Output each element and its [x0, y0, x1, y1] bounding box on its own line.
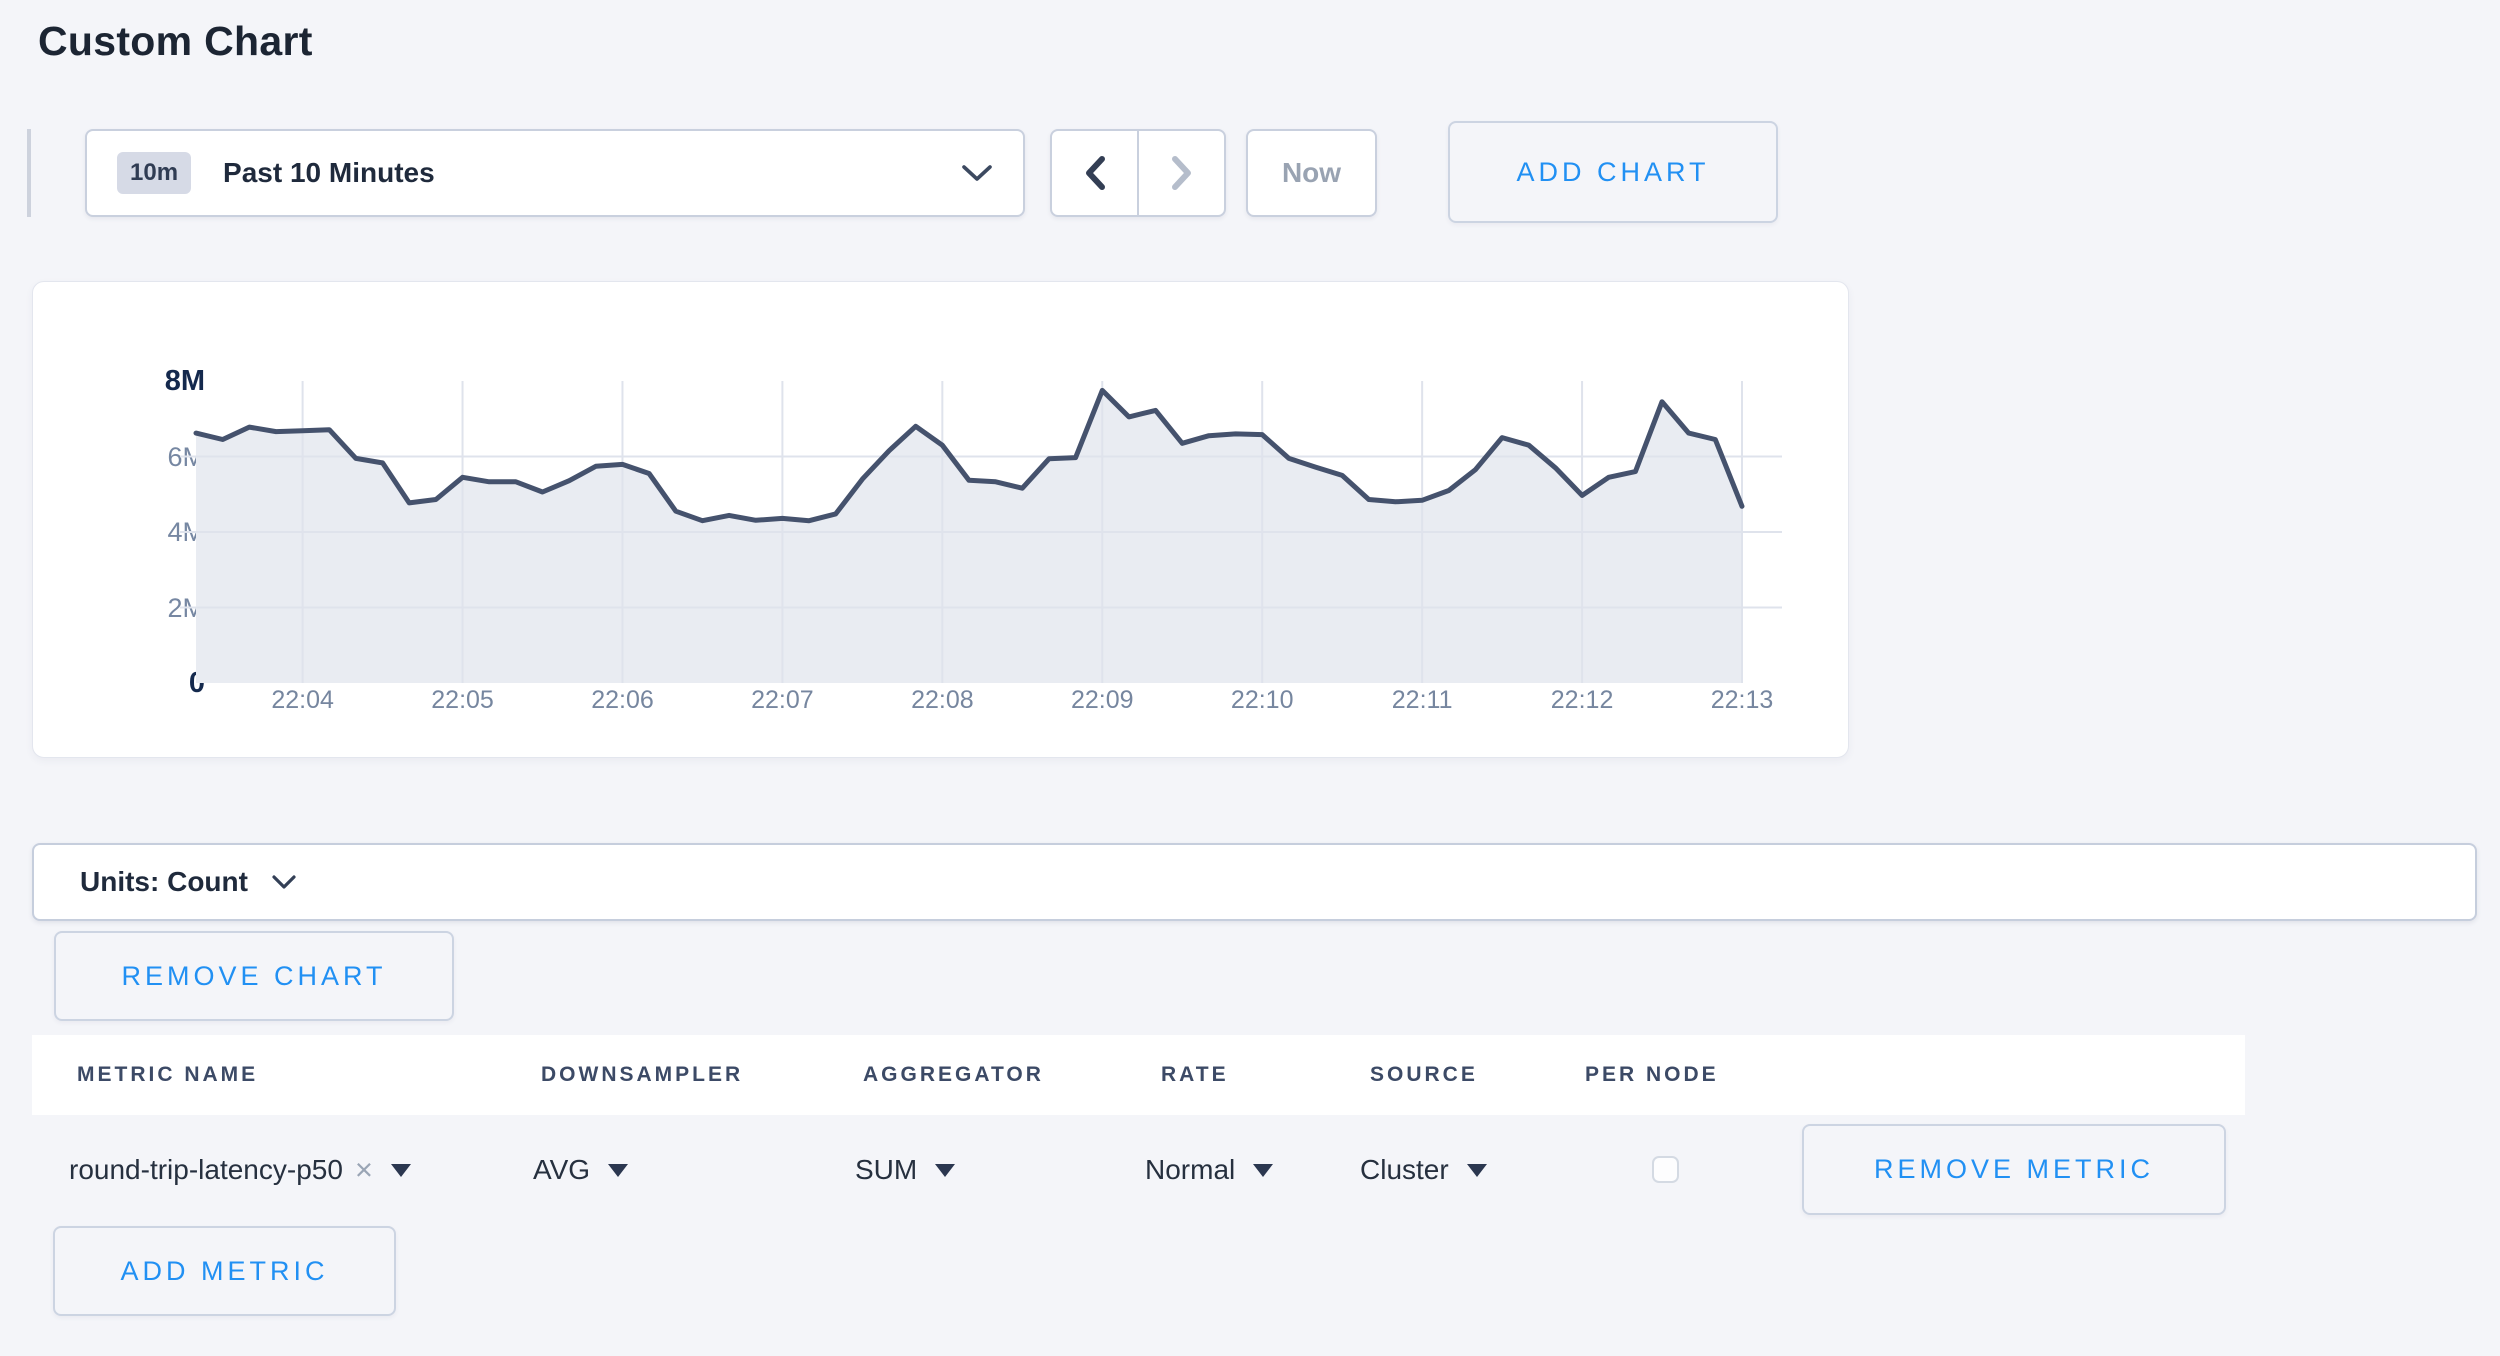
- x-tick-label: 22:06: [542, 686, 702, 715]
- x-tick-label: 22:10: [1182, 686, 1342, 715]
- caret-down-icon: [1467, 1164, 1487, 1177]
- column-header-rate: RATE: [1161, 1035, 1229, 1115]
- per-node-checkbox[interactable]: [1652, 1156, 1679, 1183]
- time-range-badge: 10m: [117, 152, 191, 194]
- column-header-downsampler: DOWNSAMPLER: [541, 1035, 743, 1115]
- toolbar-accent-divider: [27, 129, 31, 217]
- source-value: Cluster: [1360, 1154, 1449, 1186]
- x-tick-label: 22:12: [1502, 686, 1662, 715]
- column-header-metric-name: METRIC NAME: [77, 1035, 258, 1115]
- metric-name-select[interactable]: round-trip-latency-p50 ×: [69, 1142, 411, 1198]
- source-select[interactable]: Cluster: [1360, 1142, 1487, 1198]
- rate-value: Normal: [1145, 1154, 1235, 1186]
- downsampler-value: AVG: [533, 1154, 590, 1186]
- time-back-button[interactable]: [1052, 131, 1137, 215]
- chevron-left-icon: [1082, 154, 1108, 192]
- chevron-right-icon: [1169, 154, 1195, 192]
- column-header-per-node: PER NODE: [1585, 1035, 1719, 1115]
- time-step-buttons: [1050, 129, 1226, 217]
- x-tick-label: 22:08: [862, 686, 1022, 715]
- time-forward-button[interactable]: [1137, 131, 1224, 215]
- chevron-down-icon: [961, 164, 993, 183]
- add-chart-button[interactable]: ADD CHART: [1448, 121, 1778, 223]
- y-tick-label: 8M: [83, 364, 205, 398]
- x-tick-label: 22:13: [1662, 686, 1822, 715]
- page-title: Custom Chart: [38, 18, 313, 65]
- units-select[interactable]: Units: Count: [32, 843, 2477, 921]
- x-tick-label: 22:09: [1022, 686, 1182, 715]
- custom-chart-page: Custom Chart 10m Past 10 Minutes Now ADD…: [0, 0, 2500, 1356]
- caret-down-icon: [1253, 1164, 1273, 1177]
- aggregator-select[interactable]: SUM: [855, 1142, 955, 1198]
- x-tick-label: 22:07: [702, 686, 862, 715]
- downsampler-select[interactable]: AVG: [533, 1142, 628, 1198]
- remove-metric-button[interactable]: REMOVE METRIC: [1802, 1124, 2226, 1215]
- y-tick-label: 0: [83, 666, 205, 700]
- units-select-label: Units: Count: [80, 866, 248, 898]
- metric-name-value: round-trip-latency-p50: [69, 1154, 343, 1186]
- add-metric-button[interactable]: ADD METRIC: [53, 1226, 396, 1316]
- aggregator-value: SUM: [855, 1154, 917, 1186]
- caret-down-icon: [935, 1164, 955, 1177]
- rate-select[interactable]: Normal: [1145, 1142, 1273, 1198]
- x-tick-label: 22:05: [383, 686, 543, 715]
- column-header-aggregator: AGGREGATOR: [863, 1035, 1044, 1115]
- x-tick-label: 22:11: [1342, 686, 1502, 715]
- remove-chart-button[interactable]: REMOVE CHART: [54, 931, 454, 1021]
- chevron-down-icon: [272, 875, 296, 890]
- column-header-source: SOURCE: [1370, 1035, 1478, 1115]
- metrics-table-header: METRIC NAME DOWNSAMPLER AGGREGATOR RATE …: [32, 1035, 2245, 1115]
- clear-metric-icon[interactable]: ×: [355, 1152, 373, 1188]
- chart-card: 8M6M4M2M0 22:0422:0522:0622:0722:0822:09…: [32, 281, 1849, 758]
- caret-down-icon: [608, 1164, 628, 1177]
- x-tick-label: 22:04: [223, 686, 383, 715]
- caret-down-icon: [391, 1164, 411, 1177]
- time-range-label: Past 10 Minutes: [223, 157, 435, 189]
- timeseries-chart: [196, 381, 1742, 683]
- time-range-select[interactable]: 10m Past 10 Minutes: [85, 129, 1025, 217]
- now-button[interactable]: Now: [1246, 129, 1377, 217]
